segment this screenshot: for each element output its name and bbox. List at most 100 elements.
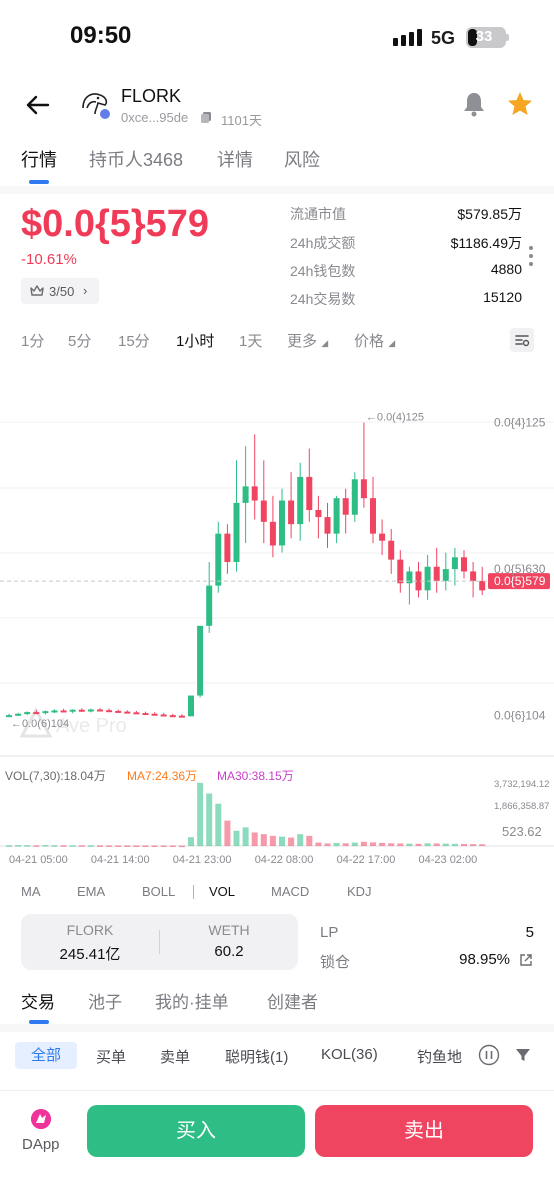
filter-buy[interactable]: 买单 (96, 1046, 126, 1067)
price-toggle[interactable]: 价格 ◢ (354, 330, 395, 351)
candle-body (379, 533, 386, 541)
buy-button[interactable]: 买入 (87, 1105, 305, 1157)
rank-badge[interactable]: 3/50 › (21, 278, 99, 304)
candle-body (24, 712, 31, 715)
interval-more-label: 更多 (287, 333, 318, 350)
stat-value: $579.85万 (457, 206, 522, 222)
indicator-macd[interactable]: MACD (271, 884, 309, 899)
tab-creator[interactable]: 创建者 (267, 988, 318, 1013)
interval-1h[interactable]: 1小时 (176, 330, 214, 351)
volume-bar (178, 845, 185, 848)
interval-1m[interactable]: 1分 (21, 330, 44, 351)
interval-15m[interactable]: 15分 (118, 330, 150, 351)
candle-body (251, 486, 258, 501)
dapp-label[interactable]: DApp (22, 1136, 60, 1153)
pause-icon[interactable] (478, 1044, 500, 1066)
filter-all[interactable]: 全部 (15, 1042, 77, 1069)
external-link-icon[interactable] (519, 953, 533, 967)
volume-bar (42, 845, 49, 847)
interval-1d[interactable]: 1天 (239, 330, 262, 351)
candle-body (169, 715, 176, 718)
volume-bar (6, 845, 12, 847)
dapp-icon[interactable] (31, 1109, 51, 1129)
candle-body (160, 714, 167, 717)
candle-body (260, 500, 267, 522)
volume-bar (124, 845, 131, 847)
indicator-selector: MA EMA BOLL VOL MACD KDJ (0, 884, 554, 904)
filter-funnel-icon[interactable] (515, 1047, 531, 1063)
tab-market[interactable]: 行情 (21, 146, 57, 172)
lock-value: 98.95% (459, 951, 510, 968)
volume-bar (306, 835, 313, 846)
chart-settings-icon[interactable] (510, 328, 534, 352)
token-header: FLORK 0xce...95de 1101天 (0, 80, 554, 130)
candle-body (60, 710, 67, 713)
tab-details[interactable]: 详情 (217, 146, 253, 172)
filter-smart-money[interactable]: 聪明钱(1) (225, 1046, 288, 1067)
volume-bar (424, 843, 431, 846)
volume-bar (169, 845, 176, 848)
indicator-kdj[interactable]: KDJ (347, 884, 372, 899)
stat-value: $1186.49万 (450, 235, 522, 251)
candle-body (333, 498, 340, 534)
candle-body (424, 566, 431, 591)
volume-bar (224, 820, 231, 846)
volume-bar (315, 842, 322, 846)
copy-icon[interactable] (200, 111, 212, 123)
caret-icon: ◢ (388, 338, 396, 348)
volume-bar (69, 845, 76, 847)
volume-bar (433, 843, 440, 846)
tab-my-orders[interactable]: 我的·挂单 (155, 988, 229, 1013)
candle-body (15, 713, 22, 716)
battery-icon: 33 (466, 27, 506, 48)
price-chart[interactable]: Ave Pro 0.0{5}579 0.0{4}125 0.0{5}630 0.… (0, 360, 554, 875)
tab-trades[interactable]: 交易 (21, 988, 55, 1013)
tab-pools[interactable]: 池子 (88, 988, 122, 1013)
token-name: FLORK (121, 86, 182, 106)
star-icon[interactable] (506, 90, 534, 118)
candle-body (142, 713, 149, 716)
volume-bar (406, 843, 413, 846)
volume-bar (470, 844, 477, 846)
volume-bars (6, 782, 486, 848)
volume-bar (415, 843, 422, 846)
tab-risk[interactable]: 风险 (284, 146, 320, 172)
bell-icon[interactable] (460, 90, 488, 118)
candle-body (433, 566, 440, 581)
volume-bar (33, 845, 40, 847)
candle-body (6, 715, 12, 718)
volume-bar (188, 837, 194, 846)
pool-quote-amount: 60.2 (214, 943, 244, 960)
candle-body (351, 479, 358, 515)
candle-body (188, 695, 194, 717)
candle-body (69, 709, 76, 712)
volume-bar (142, 845, 149, 847)
battery-level-text: 33 (475, 28, 493, 45)
more-vertical-icon[interactable] (528, 245, 534, 267)
indicator-ma[interactable]: MA (21, 884, 41, 899)
time-axis-label: 04-21 23:00 (173, 854, 232, 866)
volume-bar (288, 837, 295, 846)
indicator-divider (193, 885, 194, 899)
status-time: 09:50 (70, 22, 132, 49)
time-axis-label: 04-21 14:00 (91, 854, 150, 866)
candle-body (324, 517, 331, 534)
back-arrow-icon[interactable] (22, 90, 52, 120)
volume-bar (151, 845, 158, 847)
candle-body (233, 502, 240, 562)
chevron-right-icon: › (83, 283, 88, 298)
sell-button[interactable]: 卖出 (315, 1105, 533, 1157)
indicator-vol[interactable]: VOL (209, 884, 235, 899)
indicator-boll[interactable]: BOLL (142, 884, 175, 899)
stat-row: 流通市值 $579.85万 (290, 204, 522, 224)
filter-kol[interactable]: KOL(36) (321, 1046, 378, 1063)
tab-holders[interactable]: 持币人3468 (89, 146, 183, 172)
ma30-legend: MA30:38.15万 (217, 769, 294, 783)
candle-body (269, 521, 276, 546)
indicator-ema[interactable]: EMA (77, 884, 105, 899)
filter-sell[interactable]: 卖单 (160, 1046, 190, 1067)
interval-5m[interactable]: 5分 (68, 330, 91, 351)
filter-phishing[interactable]: 钓鱼地 (417, 1046, 463, 1067)
interval-more[interactable]: 更多 ◢ (287, 330, 328, 351)
rank-text: 3/50 (49, 284, 75, 299)
